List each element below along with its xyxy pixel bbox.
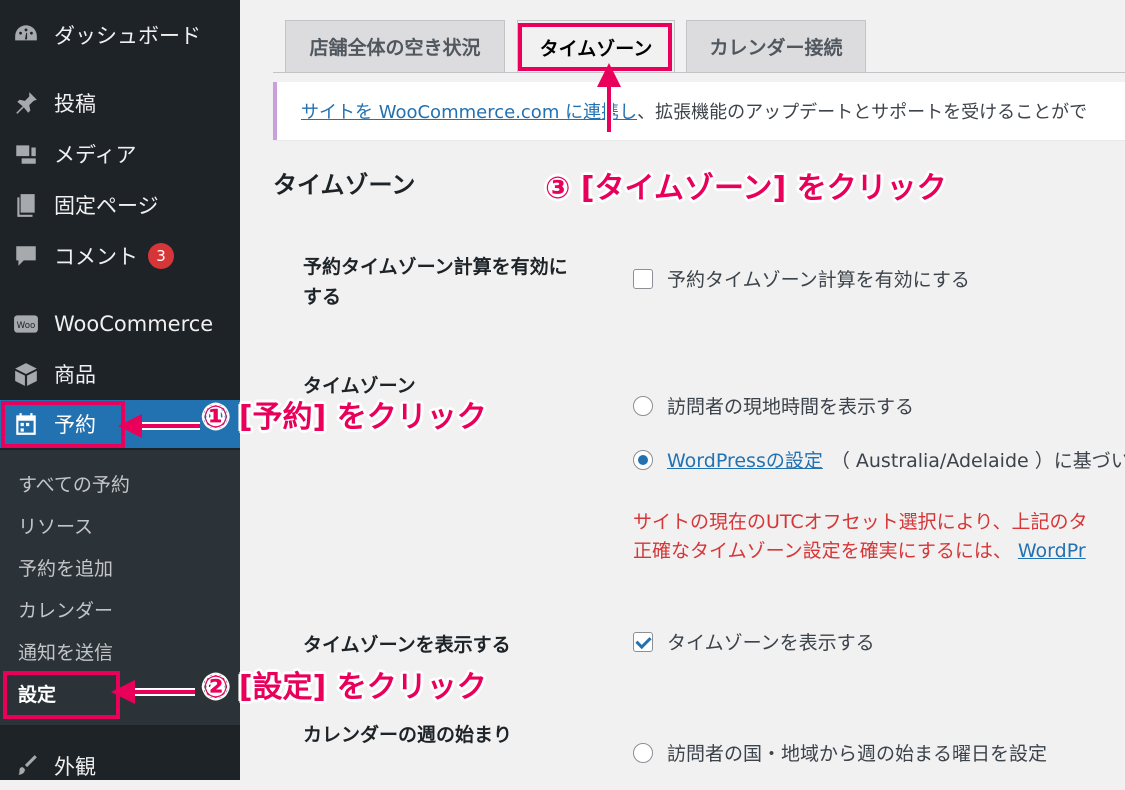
week-start-option[interactable]: 訪問者の国・地域から週の始まる曜日を設定 xyxy=(633,739,1047,766)
menu-pages[interactable]: 固定ページ xyxy=(0,181,240,229)
svg-text:Woo: Woo xyxy=(17,321,36,331)
menu-media[interactable]: メディア xyxy=(0,130,240,178)
connect-link[interactable]: サイトを WooCommerce.com に連携し xyxy=(301,98,637,124)
enable-label-line1: 予約タイムゾーン計算を有効に xyxy=(303,256,568,278)
dashboard-icon xyxy=(12,21,40,49)
tab-divider xyxy=(273,72,1125,73)
menu-media-label: メディア xyxy=(54,143,137,167)
menu-posts-label: 投稿 xyxy=(54,92,96,116)
brush-icon xyxy=(12,752,40,780)
timezone-wordpress-option[interactable]: WordPressの設定 （ Australia/Adelaide ）に基づい xyxy=(633,446,1125,473)
annotation-step3: ③ [タイムゾーン] をクリック xyxy=(545,171,947,206)
timezone-warning: サイトの現在のUTCオフセット選択により、上記のタ 正確なタイムゾーン設定を確実… xyxy=(633,508,1088,566)
warning-line2: 正確なタイムゾーン設定を確実にするには、 WordPr xyxy=(633,537,1088,566)
box-icon xyxy=(12,360,40,388)
submenu-send-notification[interactable]: 通知を送信 xyxy=(18,638,113,665)
woo-icon: Woo xyxy=(12,310,40,338)
enable-timezone-checkbox[interactable] xyxy=(633,268,653,289)
section-title: タイムゾーン xyxy=(273,171,416,199)
highlight-timezone-tab xyxy=(518,23,672,71)
menu-products[interactable]: 商品 xyxy=(0,350,240,398)
warning-line2-text: 正確なタイムゾーン設定を確実にするには、 xyxy=(633,540,1012,562)
menu-pages-label: 固定ページ xyxy=(54,194,159,218)
menu-woocommerce-label: WooCommerce xyxy=(54,312,214,336)
warning-line1: サイトの現在のUTCオフセット選択により、上記のタ xyxy=(633,511,1088,533)
pin-icon xyxy=(12,89,40,117)
menu-posts[interactable]: 投稿 xyxy=(0,79,240,127)
submenu-resources[interactable]: リソース xyxy=(18,512,93,539)
submenu-all-bookings[interactable]: すべての予約 xyxy=(18,470,130,497)
page-icon xyxy=(12,191,40,219)
media-icon xyxy=(12,140,40,168)
enable-timezone-checkbox-label: 予約タイムゾーン計算を有効にする xyxy=(667,269,970,291)
wordpress-settings-link[interactable]: WordPressの設定 xyxy=(667,446,823,473)
submenu-calendar[interactable]: カレンダー xyxy=(18,596,113,623)
timezone-visitor-label: 訪問者の現地時間を表示する xyxy=(667,396,915,418)
comment-icon xyxy=(12,242,40,270)
menu-products-label: 商品 xyxy=(54,363,96,387)
menu-comments-label: コメント xyxy=(54,245,138,269)
timezone-wordpress-radio[interactable] xyxy=(633,449,653,470)
tab-calendar-connection[interactable]: カレンダー接続 xyxy=(686,20,866,72)
week-start-label-text: 訪問者の国・地域から週の始まる曜日を設定 xyxy=(667,743,1048,765)
timezone-wordpress-label: （ Australia/Adelaide ）に基づい xyxy=(830,450,1125,472)
comment-count-badge: 3 xyxy=(148,243,174,269)
display-timezone-checkbox-label: タイムゾーンを表示する xyxy=(667,632,875,654)
menu-dashboard-label: ダッシュボード xyxy=(54,24,201,48)
enable-timezone-label: 予約タイムゾーン計算を有効に する xyxy=(303,252,568,312)
notice-text: 、拡張機能のアップデートとサポートを受けることがで xyxy=(637,102,1088,123)
display-timezone-label: タイムゾーンを表示する xyxy=(303,634,511,656)
week-start-label: カレンダーの週の始まり xyxy=(303,724,513,746)
timezone-visitor-option[interactable]: 訪問者の現地時間を表示する xyxy=(633,392,914,419)
menu-appearance[interactable]: 外観 xyxy=(0,742,240,790)
menu-appearance-label: 外観 xyxy=(54,755,96,779)
highlight-bookings-menu xyxy=(1,401,125,448)
enable-label-line2: する xyxy=(303,286,342,308)
menu-comments[interactable]: コメント 3 xyxy=(0,232,240,280)
menu-dashboard[interactable]: ダッシュボード xyxy=(0,11,240,59)
timezone-visitor-radio[interactable] xyxy=(633,395,653,416)
annotation-step2: ② [設定] をクリック xyxy=(203,670,487,705)
enable-timezone-option[interactable]: 予約タイムゾーン計算を有効にする xyxy=(633,265,970,292)
tab-store-availability[interactable]: 店舗全体の空き状況 xyxy=(285,20,505,72)
display-timezone-option[interactable]: タイムゾーンを表示する xyxy=(633,628,875,655)
submenu-add-booking[interactable]: 予約を追加 xyxy=(18,554,113,581)
display-timezone-checkbox[interactable] xyxy=(633,631,653,652)
woocommerce-connect-notice: サイトを WooCommerce.com に連携し 、拡張機能のアップデートとサ… xyxy=(273,82,1125,140)
annotation-step1: ① [予約] をクリック xyxy=(203,400,487,435)
warning-wordpress-link[interactable]: WordPr xyxy=(1018,540,1086,562)
menu-woocommerce[interactable]: Woo WooCommerce xyxy=(0,300,240,348)
highlight-settings-submenu xyxy=(3,671,120,719)
week-start-radio[interactable] xyxy=(633,742,653,763)
